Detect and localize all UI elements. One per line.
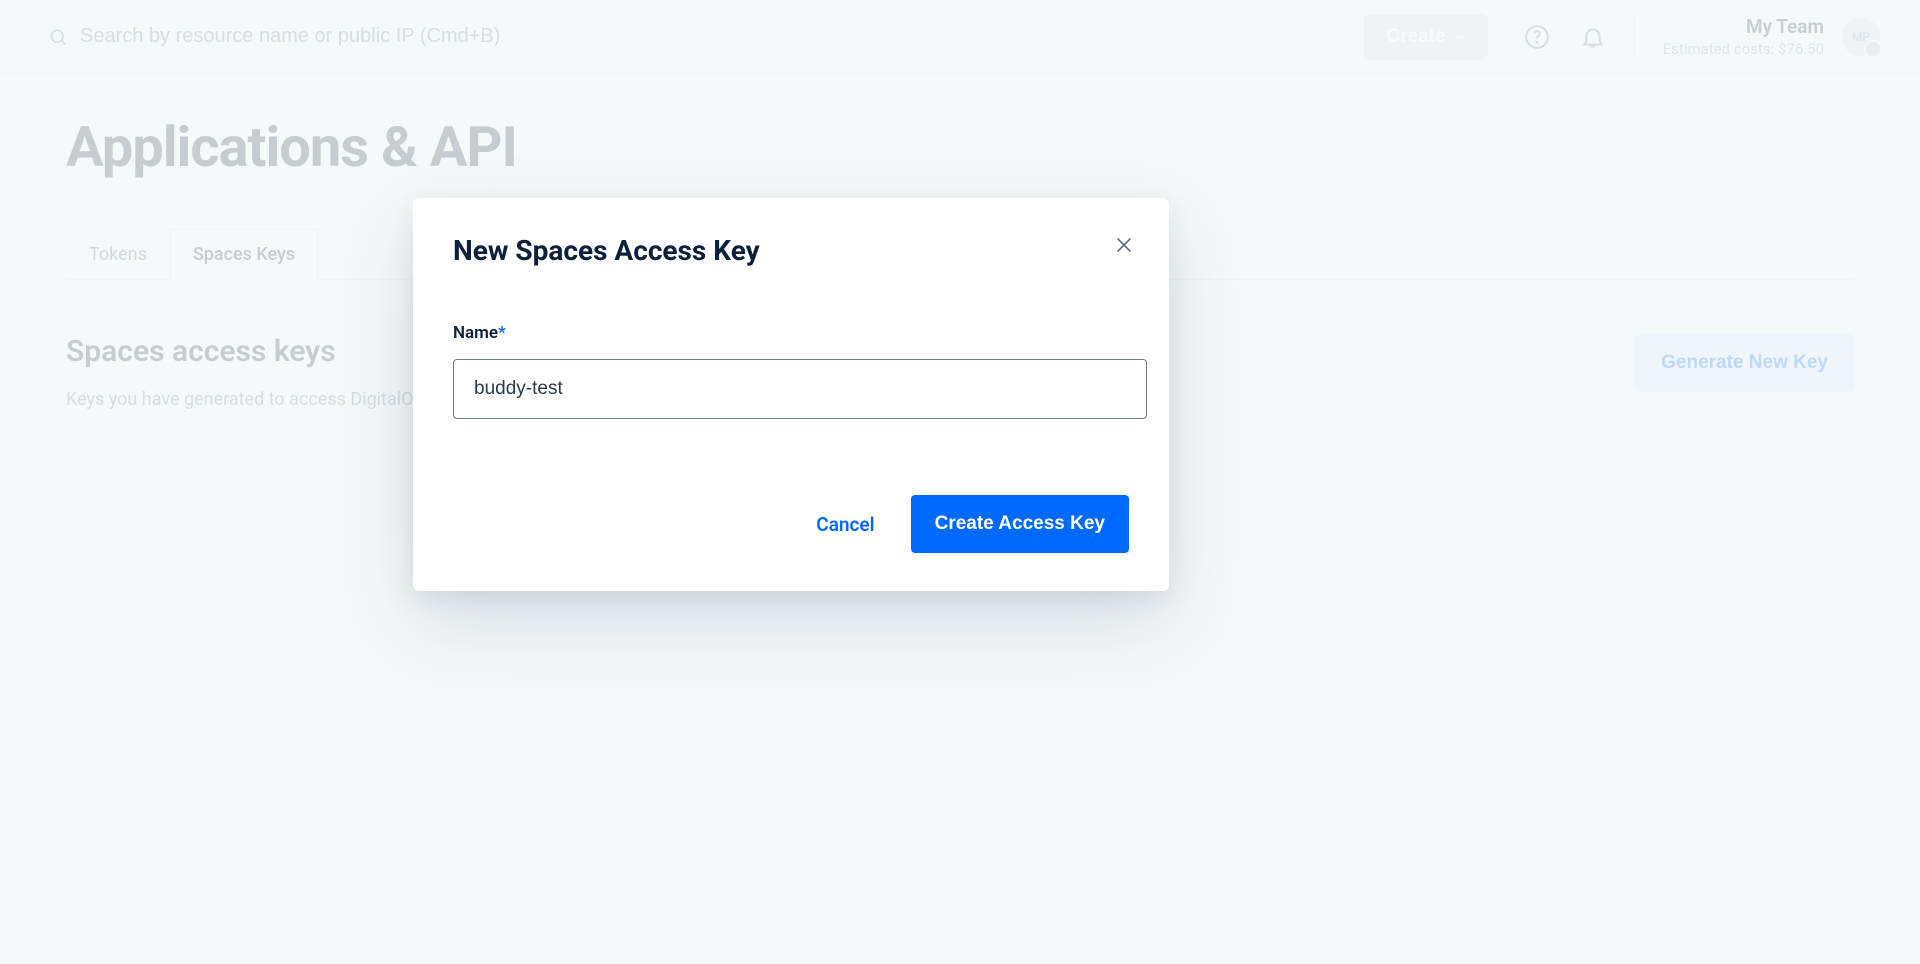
required-mark: * — [498, 323, 506, 343]
create-access-key-button[interactable]: Create Access Key — [911, 495, 1129, 553]
modal-overlay[interactable]: New Spaces Access Key Name* Cancel Creat… — [0, 0, 1920, 964]
name-label-text: Name — [453, 323, 498, 343]
modal-actions: Cancel Create Access Key — [453, 495, 1129, 553]
new-spaces-key-modal: New Spaces Access Key Name* Cancel Creat… — [413, 198, 1169, 591]
modal-title: New Spaces Access Key — [453, 234, 1129, 267]
close-icon[interactable] — [1113, 234, 1135, 256]
name-field-label: Name* — [453, 323, 1129, 343]
name-input[interactable] — [453, 359, 1147, 419]
cancel-button[interactable]: Cancel — [816, 513, 874, 536]
